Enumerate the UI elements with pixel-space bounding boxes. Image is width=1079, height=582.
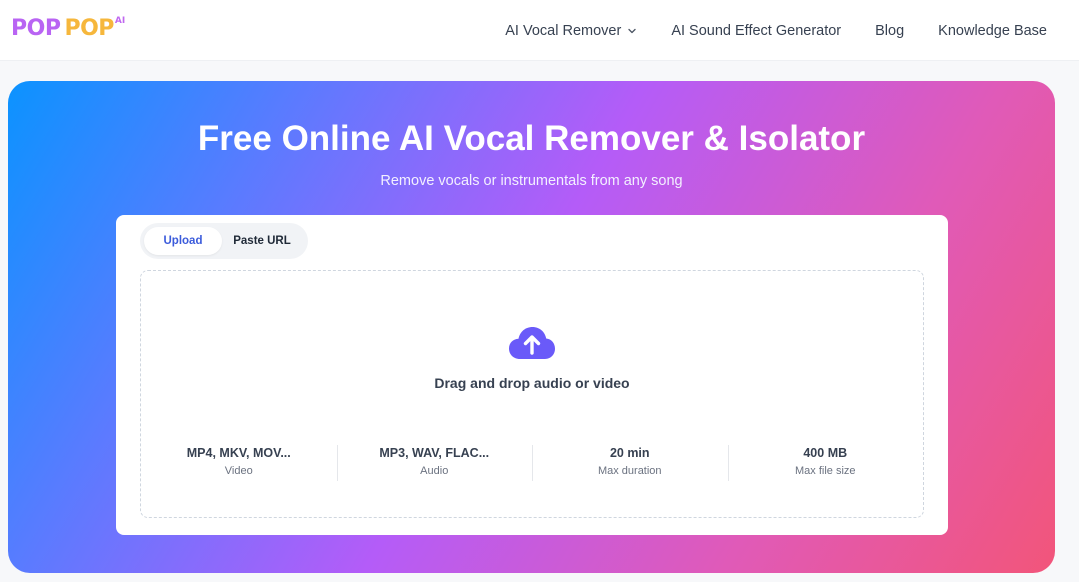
spec-label: Video <box>224 465 253 477</box>
source-tabs: Upload Paste URL <box>140 223 308 259</box>
spec-label: Max file size <box>794 465 856 477</box>
logo-text-part2: POP <box>64 16 114 41</box>
cloud-upload-icon <box>509 327 555 359</box>
dropzone-instruction: Drag and drop audio or video <box>434 375 630 391</box>
spec-value: MP4, MKV, MOV... <box>186 446 291 460</box>
spec-max-file-size: 400 MB Max file size <box>727 445 924 481</box>
logo[interactable]: POP POP AI <box>11 14 125 44</box>
spec-label: Audio <box>420 465 449 477</box>
nav-item-label: AI Vocal Remover <box>505 22 622 39</box>
nav-item-label: AI Sound Effect Generator <box>671 22 842 39</box>
spec-video: MP4, MKV, MOV... Video <box>141 445 337 481</box>
file-specs: MP4, MKV, MOV... Video MP3, WAV, FLAC...… <box>141 445 923 481</box>
page-subtitle: Remove vocals or instrumentals from any … <box>380 173 683 189</box>
upload-card: Upload Paste URL Drag and drop audio or … <box>116 215 948 535</box>
spec-value: MP3, WAV, FLAC... <box>379 446 490 460</box>
file-dropzone[interactable]: Drag and drop audio or video MP4, MKV, M… <box>140 270 924 518</box>
nav-blog[interactable]: Blog <box>875 23 904 39</box>
nav-item-label: Knowledge Base <box>938 22 1047 39</box>
logo-ai-badge: AI <box>114 16 126 26</box>
spec-value: 20 min <box>609 446 650 460</box>
spec-label: Max duration <box>597 465 662 477</box>
main-nav: AI Vocal Remover AI Sound Effect Generat… <box>505 0 1047 61</box>
chevron-down-icon <box>628 28 636 33</box>
spec-audio: MP3, WAV, FLAC... Audio <box>336 445 533 481</box>
site-header: POP POP AI AI Vocal Remover AI Sound Eff… <box>0 0 1079 61</box>
page-title: Free Online AI Vocal Remover & Isolator <box>197 119 866 158</box>
tab-upload[interactable]: Upload <box>144 227 222 255</box>
spec-value: 400 MB <box>803 446 848 460</box>
tab-paste-url[interactable]: Paste URL <box>222 227 302 255</box>
logo-text-part1: POP <box>11 16 61 41</box>
nav-ai-vocal-remover[interactable]: AI Vocal Remover <box>505 23 637 39</box>
nav-ai-sound-effect-generator[interactable]: AI Sound Effect Generator <box>671 23 841 39</box>
hero-section: Free Online AI Vocal Remover & Isolator … <box>8 81 1055 573</box>
nav-knowledge-base[interactable]: Knowledge Base <box>938 23 1047 39</box>
spec-max-duration: 20 min Max duration <box>532 445 728 481</box>
nav-item-label: Blog <box>875 22 905 39</box>
